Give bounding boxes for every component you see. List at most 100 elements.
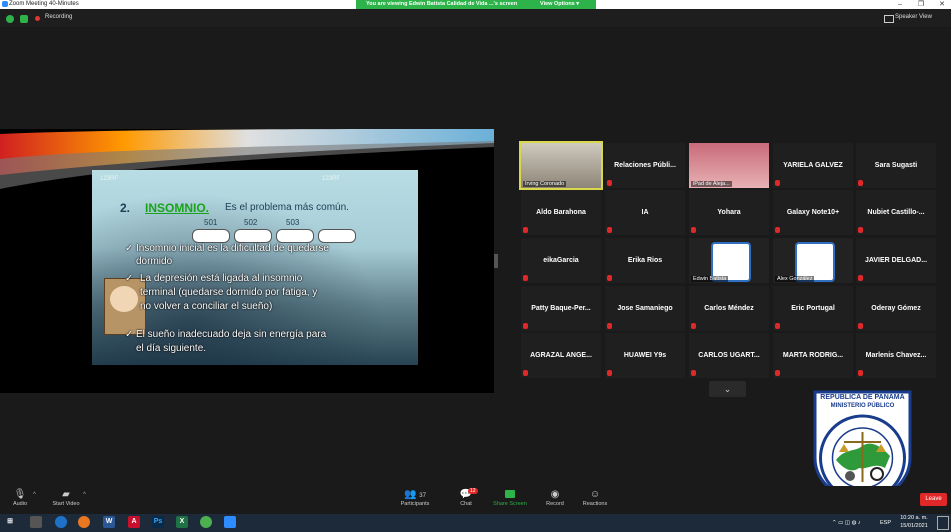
sheep-image	[276, 229, 314, 243]
excel-icon[interactable]: X	[176, 516, 188, 528]
mic-muted-icon	[691, 227, 696, 233]
participant-name-tag: iPad de Alejа...	[691, 181, 732, 187]
participant-tile[interactable]: Marlenis Chavez...	[856, 333, 936, 378]
audio-options-chevron-icon[interactable]: ^	[33, 492, 36, 498]
participant-tile[interactable]: eikaGarcia	[521, 238, 601, 283]
edge-icon[interactable]	[55, 516, 67, 528]
participant-tile[interactable]: Alex González	[773, 238, 853, 283]
chat-icon: 💬	[459, 489, 473, 500]
window-title: Zoom Meeting 40-Minutes	[9, 1, 79, 7]
sleeper-illustration	[110, 286, 138, 312]
participant-name: HUAWEI Y9s	[623, 352, 667, 359]
participant-name: Jose Samaniego	[617, 305, 673, 312]
participant-tile[interactable]: JAVIER DELGAD...	[856, 238, 936, 283]
participant-tile[interactable]: Relaciones Públi...	[605, 143, 685, 188]
participant-tile[interactable]: AGRAZAL ANGE...	[521, 333, 601, 378]
mic-muted-icon	[775, 180, 780, 186]
close-icon[interactable]: ✕	[935, 0, 949, 9]
participant-tile[interactable]: Carlos Méndez	[689, 286, 769, 331]
view-options-button[interactable]: View Options ▾	[540, 0, 579, 9]
word-icon[interactable]: W	[103, 516, 115, 528]
minimize-icon[interactable]: –	[893, 0, 907, 9]
participant-name: JAVIER DELGAD...	[864, 257, 928, 264]
sheep-number: 502	[244, 218, 258, 227]
gallery-next-page-button[interactable]: ⌄	[709, 381, 746, 397]
participants-button[interactable]: 👥 37 Participants	[395, 488, 435, 507]
record-button[interactable]: ◉ Record	[535, 488, 575, 507]
chrome-icon[interactable]	[200, 516, 212, 528]
participant-tile[interactable]: Nubiet Castillo-...	[856, 190, 936, 235]
restore-icon[interactable]: ❐	[914, 0, 928, 9]
mic-muted-icon	[691, 323, 696, 329]
participant-name: Nubiet Castillo-...	[867, 209, 925, 216]
chat-badge: 12	[468, 488, 478, 494]
participant-tile[interactable]: IA	[605, 190, 685, 235]
participant-tile[interactable]: Erika Rios	[605, 238, 685, 283]
participant-tile[interactable]: Yohara	[689, 190, 769, 235]
firefox-icon[interactable]	[78, 516, 90, 528]
windows-taskbar	[0, 514, 951, 532]
sheep-number: 501	[204, 218, 218, 227]
participant-name: Galaxy Note10+	[786, 209, 840, 216]
participant-tile[interactable]: YARIELA GALVEZ	[773, 143, 853, 188]
windows-start-icon[interactable]: ⊞	[4, 516, 16, 528]
participant-tile[interactable]: HUAWEI Y9s	[605, 333, 685, 378]
participant-name: Marlenis Chavez...	[865, 352, 927, 359]
split-drag-handle[interactable]	[494, 254, 498, 268]
participant-tile[interactable]: Aldo Barahona	[521, 190, 601, 235]
participant-tile[interactable]: Galaxy Note10+	[773, 190, 853, 235]
mic-muted-icon	[858, 180, 863, 186]
participant-name-tag: Irving Coronado	[523, 181, 567, 187]
participant-name: Sara Sugasti	[874, 162, 918, 169]
tray-icons[interactable]: ⌃ ▭ ◫ ◍ ♪	[832, 520, 861, 526]
recording-label: Recording	[45, 14, 73, 20]
speaker-view-button[interactable]: Speaker View	[895, 14, 932, 20]
participant-name: Eric Portugal	[791, 305, 835, 312]
shield-icon[interactable]	[20, 15, 28, 23]
participant-tile[interactable]: Eric Portugal	[773, 286, 853, 331]
participant-name: Patty Baque-Per...	[531, 305, 591, 312]
reactions-button[interactable]: ☺ Reactions	[575, 488, 615, 507]
sheep-image	[234, 229, 272, 243]
slide-line: terminal (quedarse dormido por fatiga, y	[140, 287, 318, 298]
participant-tile[interactable]: Edwin Batista	[689, 238, 769, 283]
participant-tile[interactable]: Sara Sugasti	[856, 143, 936, 188]
share-screen-button[interactable]: Share Screen	[490, 488, 530, 507]
share-screen-icon	[490, 488, 530, 501]
video-options-chevron-icon[interactable]: ^	[83, 492, 86, 498]
clock-date[interactable]: 15/01/2021	[897, 523, 931, 529]
bullet-mark: ✓	[125, 243, 134, 254]
slide-line: dormido	[136, 256, 173, 267]
participant-tile[interactable]: MARTA RODRIG...	[773, 333, 853, 378]
screen-share-banner: You are viewing Edwin Batista Calidad de…	[356, 0, 596, 9]
participant-name: Erika Rios	[627, 257, 663, 264]
zoom-taskbar-icon[interactable]	[224, 516, 236, 528]
notifications-icon[interactable]	[937, 516, 949, 530]
seal-ministry: MINISTERIO PÚBLICO	[830, 403, 895, 409]
mic-muted-icon	[775, 227, 780, 233]
video-off-icon: ▰	[62, 489, 70, 500]
participant-tile[interactable]: Patty Baque-Per...	[521, 286, 601, 331]
meeting-info-icon[interactable]	[6, 15, 14, 23]
speaker-view-icon[interactable]	[884, 15, 894, 23]
participant-tile[interactable]: Jose Samaniego	[605, 286, 685, 331]
participant-tile[interactable]: CARLOS UGART...	[689, 333, 769, 378]
slide-subtitle: Es el problema más común.	[225, 202, 349, 213]
file-explorer-icon[interactable]	[30, 516, 42, 528]
photoshop-icon[interactable]: Ps	[152, 516, 164, 528]
start-video-button[interactable]: ▰ Start Video	[46, 488, 86, 507]
participants-icon: 👥 37	[404, 489, 426, 500]
participant-tile[interactable]: Oderay Gómez	[856, 286, 936, 331]
acrobat-icon[interactable]: A	[128, 516, 140, 528]
clock-time[interactable]: 10:20 a. m.	[897, 515, 931, 521]
participant-name: Aldo Barahona	[536, 209, 586, 216]
chat-button[interactable]: 💬 Chat	[446, 488, 486, 507]
language-indicator[interactable]: ESP	[880, 520, 891, 526]
zoom-app-icon	[2, 1, 8, 7]
participant-name: IA	[641, 209, 649, 216]
leave-button[interactable]: Leave	[920, 493, 947, 506]
meeting-top-bar	[0, 9, 951, 27]
watermark: 123RF	[322, 176, 341, 182]
participant-tile[interactable]: Irving Coronado	[519, 141, 603, 190]
participant-tile[interactable]: iPad de Alejа...	[689, 143, 769, 188]
